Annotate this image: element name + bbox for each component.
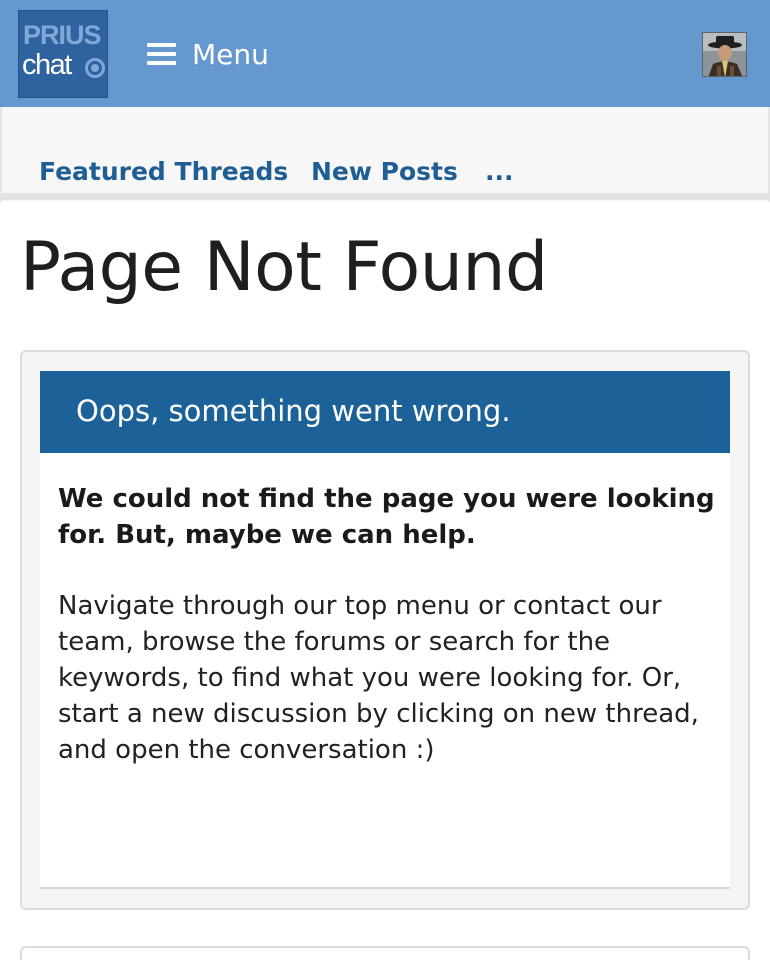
logo-text-prius: PRIUS — [23, 20, 102, 50]
tab-featured-threads[interactable]: Featured Threads — [39, 157, 288, 186]
error-help-text: Navigate through our top menu or contact… — [58, 591, 699, 765]
nav-divider — [0, 193, 770, 200]
top-header: PRIUS chat Menu — [0, 0, 770, 107]
user-avatar-icon[interactable] — [702, 32, 747, 77]
priuschat-logo[interactable]: PRIUS chat — [18, 10, 108, 98]
page-title: Page Not Found — [20, 228, 548, 307]
menu-button[interactable]: Menu — [147, 34, 269, 74]
logo-target-icon — [85, 58, 105, 78]
hamburger-icon — [147, 43, 176, 65]
tab-new-posts[interactable]: New Posts — [311, 157, 458, 186]
error-lead-text: We could not find the page you were look… — [58, 484, 715, 550]
logo-text-chat: chat — [22, 49, 72, 81]
next-block — [20, 946, 750, 960]
error-heading: Oops, something went wrong. — [76, 394, 511, 428]
tab-more[interactable]: ... — [485, 157, 514, 186]
menu-label: Menu — [192, 37, 269, 71]
nav-tabs-bar — [0, 107, 770, 202]
